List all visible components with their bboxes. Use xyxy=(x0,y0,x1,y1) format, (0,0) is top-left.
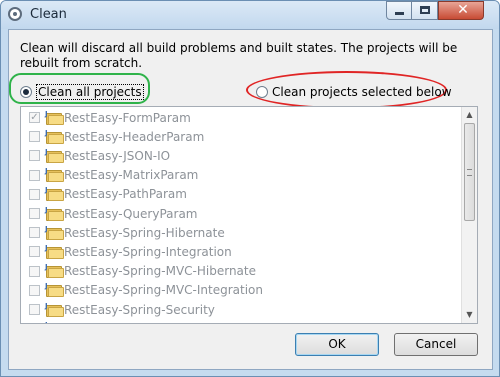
list-item[interactable]: J RestEasy-JSON-IO xyxy=(21,146,170,165)
grip-icon xyxy=(467,169,472,176)
list-item[interactable]: J RestEasy-Spring-Integration xyxy=(21,242,232,261)
list-item[interactable]: JRestEasy-UP-DOWN-DocFile xyxy=(21,319,230,324)
project-name: RestEasy-Spring-Hibernate xyxy=(64,225,225,240)
project-checkbox[interactable] xyxy=(29,284,40,296)
list-item[interactable]: J RestEasy-Spring-Security xyxy=(21,300,215,319)
clean-all-radio[interactable]: Clean all projects xyxy=(20,84,144,100)
java-project-folder-icon: J xyxy=(45,206,64,221)
java-project-folder-icon: J xyxy=(45,110,64,125)
eclipse-icon xyxy=(8,7,22,21)
maximize-icon xyxy=(420,6,430,14)
project-name: RestEasy-MatrixParam xyxy=(64,168,199,183)
cancel-button[interactable]: Cancel xyxy=(394,333,478,356)
project-name: RestEasy-Spring-Integration xyxy=(64,244,232,259)
project-name: RestEasy-Spring-MVC-Hibernate xyxy=(64,264,256,279)
java-project-folder-icon: J xyxy=(45,244,64,259)
scroll-down-icon[interactable]: ▼ xyxy=(462,307,477,323)
list-item[interactable]: J RestEasy-QueryParam xyxy=(21,204,197,223)
project-name: RestEasy-JSON-IO xyxy=(64,148,171,163)
ok-label: OK xyxy=(328,337,346,351)
project-checkbox[interactable] xyxy=(29,208,40,219)
ok-button[interactable]: OK xyxy=(295,333,379,356)
cancel-label: Cancel xyxy=(415,337,457,351)
close-icon: ✕ xyxy=(457,2,469,18)
title-bar[interactable]: Clean ✕ xyxy=(1,1,499,29)
list-item[interactable]: J RestEasy-PathParam xyxy=(21,185,187,204)
project-name: RestEasy-Spring-Security xyxy=(64,302,215,317)
java-project-folder-icon: J xyxy=(45,282,64,298)
radio-selected-icon xyxy=(20,86,32,98)
java-project-folder-icon: J xyxy=(45,186,64,202)
list-item[interactable]: J RestEasy-Spring-MVC-Integration xyxy=(21,281,263,300)
description-text: Clean will discard all build problems an… xyxy=(20,41,458,70)
project-checkbox[interactable] xyxy=(29,150,40,162)
vertical-scrollbar[interactable]: ▲ ▼ xyxy=(461,107,477,323)
list-item[interactable]: J RestEasy-MatrixParam xyxy=(21,166,198,185)
radio-unselected-icon xyxy=(256,86,268,98)
java-project-folder-icon: J xyxy=(45,321,62,323)
clean-dialog: Clean ✕ Clean will discard all build pro… xyxy=(0,0,500,377)
java-project-folder-icon: J xyxy=(45,129,64,144)
project-checkbox[interactable] xyxy=(29,227,40,239)
project-checkbox[interactable] xyxy=(29,246,40,258)
list-item[interactable]: J RestEasy-Spring-Hibernate xyxy=(21,223,225,242)
project-list[interactable]: ✓ J RestEasy-FormParam J RestEasy-HeaderPara… xyxy=(20,106,478,324)
project-checkbox[interactable] xyxy=(29,188,40,200)
dialog-body: Clean will discard all build problems an… xyxy=(8,29,493,370)
minimize-button[interactable] xyxy=(386,1,412,20)
clean-all-label: Clean all projects xyxy=(36,84,144,100)
java-project-folder-icon: J xyxy=(45,225,64,240)
project-checkbox[interactable] xyxy=(29,323,40,324)
project-checkbox[interactable] xyxy=(29,265,40,277)
java-project-folder-icon: J xyxy=(45,263,64,279)
java-project-folder-icon: J xyxy=(45,302,64,317)
project-checkbox[interactable] xyxy=(29,169,40,181)
project-checkbox[interactable]: ✓ xyxy=(29,112,40,123)
clean-selected-label: Clean projects selected below xyxy=(272,85,452,99)
scrollbar-thumb[interactable] xyxy=(464,123,475,221)
project-name: RestEasy-UP-DOWN-DocFile xyxy=(64,322,230,323)
maximize-button[interactable] xyxy=(411,1,438,20)
project-name: RestEasy-PathParam xyxy=(64,187,187,202)
project-checkbox[interactable] xyxy=(29,304,40,315)
scroll-up-icon[interactable]: ▲ xyxy=(462,107,477,123)
list-item[interactable]: J RestEasy-Spring-MVC-Hibernate xyxy=(21,262,256,281)
project-name: RestEasy-FormParam xyxy=(64,110,191,125)
close-button[interactable]: ✕ xyxy=(438,1,484,20)
window-title: Clean xyxy=(30,7,67,22)
project-name: RestEasy-Spring-MVC-Integration xyxy=(64,283,263,298)
project-name: RestEasy-HeaderParam xyxy=(64,129,205,144)
java-project-folder-icon: J xyxy=(45,167,64,183)
list-item[interactable]: J RestEasy-HeaderParam xyxy=(21,127,204,146)
minimize-icon xyxy=(395,12,404,15)
project-name: RestEasy-QueryParam xyxy=(64,206,198,221)
java-project-folder-icon: J xyxy=(45,148,64,163)
list-item[interactable]: ✓ J RestEasy-FormParam xyxy=(21,108,191,127)
project-checkbox[interactable] xyxy=(29,131,40,143)
clean-selected-radio[interactable]: Clean projects selected below xyxy=(256,85,452,99)
